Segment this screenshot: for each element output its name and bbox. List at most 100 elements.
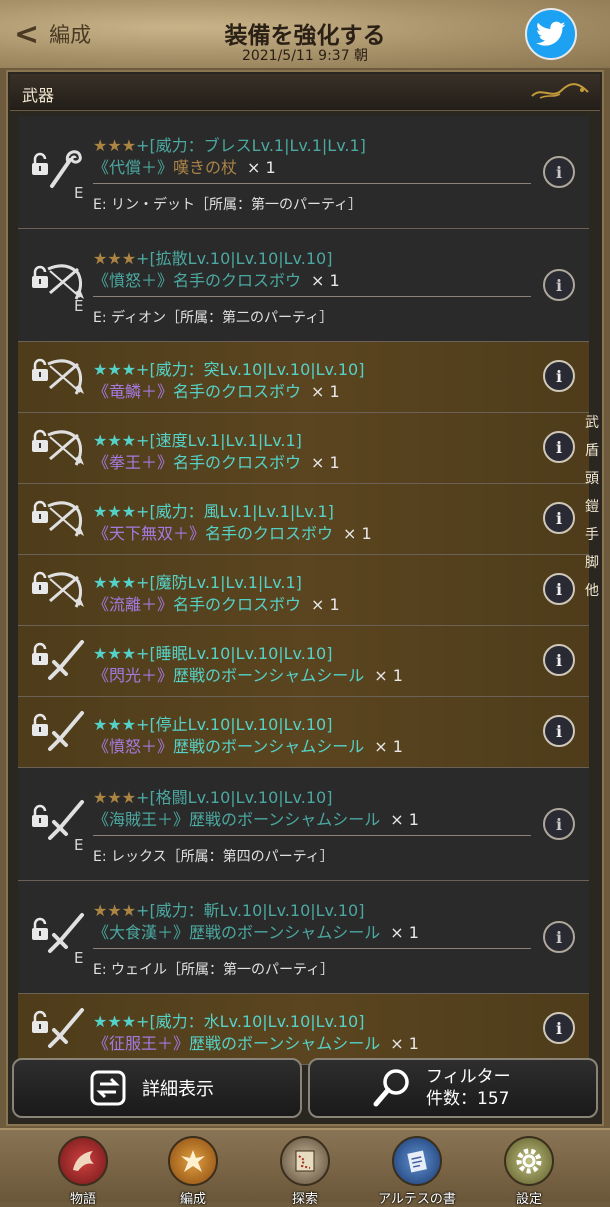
info-icon[interactable]: i [543,269,575,301]
filter-button[interactable]: フィルター 件数：157 [308,1058,598,1118]
info-icon[interactable]: i [543,808,575,840]
weapon-attributes: ★★★+[停止Lv.10|Lv.10|Lv.10] [93,711,332,735]
rarity-stars: ★★★ [93,136,137,155]
nav-party-label: 編成 [179,1192,206,1207]
weapon-attributes: ★★★+[拡散Lv.10|Lv.10|Lv.10] [93,245,332,269]
category-tab[interactable]: 鎧 [585,496,599,516]
weapon-name-line: 《大食漢＋》歴戦のボーンシャムシール × 1 [93,919,419,943]
weapon-row[interactable]: ★★★+[速度Lv.1|Lv.1|Lv.1] 《拳王＋》名手のクロスボウ × 1 i [18,413,589,484]
weapon-attributes: ★★★+[速度Lv.1|Lv.1|Lv.1] [93,427,302,451]
info-icon[interactable]: i [543,1012,575,1044]
weapon-row[interactable]: ★★★+[威力：突Lv.10|Lv.10|Lv.10] 《竜鱗＋》名手のクロスボウ… [18,342,589,413]
nav-story-label: 物語 [69,1192,96,1207]
rarity-stars: ★★★ [93,901,137,920]
rarity-stars: ★★★ [93,249,137,268]
row-divider [93,296,531,297]
weapon-name-line: 《閃光＋》歴戦のボーンシャムシール × 1 [93,662,403,686]
category-tab[interactable]: 頭 [585,468,599,488]
weapon-row[interactable]: ★★★+[睡眠Lv.10|Lv.10|Lv.10] 《閃光＋》歴戦のボーンシャムシ… [18,626,589,697]
weapon-name: 名手のクロスボウ [173,595,302,614]
info-icon[interactable]: i [543,573,575,605]
weapon-row[interactable]: E ★★★+[拡散Lv.10|Lv.10|Lv.10] 《憤怒＋》名手のクロスボウ ×… [18,229,589,342]
weapon-row[interactable]: E ★★★+[格闘Lv.10|Lv.10|Lv.10] 《海賊王＋》歴戦のボーンシャ… [18,768,589,881]
rarity-stars: ★★★ [93,788,137,807]
nav-artes-book-label: アルテスの書 [378,1192,456,1207]
enhancement-tag: 《流離＋》 [93,595,174,614]
nav-explore-label: 探索 [291,1192,318,1207]
crossbow-icon [44,496,88,540]
equipped-owner: E: ディオン［所属：第二のパーティ］ [93,310,334,326]
weapon-name-line: 《竜鱗＋》名手のクロスボウ × 1 [93,378,340,402]
info-icon[interactable]: i [543,156,575,188]
nav-settings[interactable]: 設定 [484,1136,574,1207]
row-divider [93,183,531,184]
info-icon[interactable]: i [543,502,575,534]
enhancement-tag: 《天下無双＋》 [93,524,206,543]
weapon-row[interactable]: E ★★★+[威力：斬Lv.10|Lv.10|Lv.10] 《大食漢＋》歴戦のボーン… [18,881,589,994]
enhancement-tag: 《征服王＋》 [93,1034,190,1053]
equipped-owner: E: レックス［所属：第四のパーティ］ [93,849,334,865]
attribute-text: +[威力：水Lv.10|Lv.10|Lv.10] [136,1012,365,1031]
weapon-name-line: 《征服王＋》歴戦のボーンシャムシール × 1 [93,1030,419,1054]
weapon-attributes: ★★★+[威力：突Lv.10|Lv.10|Lv.10] [93,356,364,380]
sword-icon [44,709,88,753]
equipped-owner: E: リン・デット［所属：第一のパーティ］ [93,197,363,213]
filter-label: フィルター [426,1067,511,1087]
item-count: × 1 [390,1034,419,1053]
weapon-name: 名手のクロスボウ [173,271,302,290]
rarity-stars: ★★★ [93,573,137,592]
sword-icon [44,1006,88,1050]
info-icon[interactable]: i [543,431,575,463]
sword-icon [44,638,88,682]
equipped-owner: E: ウェイル［所属：第一のパーティ］ [93,962,335,978]
category-tab[interactable]: 他 [585,580,599,600]
info-icon[interactable]: i [543,360,575,392]
crossbow-icon [44,354,88,398]
info-icon[interactable]: i [543,715,575,747]
nav-artes-book[interactable]: アルテスの書 [372,1136,462,1207]
weapon-name-line: 《海賊王＋》歴戦のボーンシャムシール × 1 [93,806,419,830]
info-icon[interactable]: i [543,644,575,676]
nav-explore[interactable]: 探索 [260,1136,350,1207]
weapon-attributes: ★★★+[威力：斬Lv.10|Lv.10|Lv.10] [93,897,364,921]
weapon-name: 歴戦のボーンシャムシール [189,1034,381,1053]
enhancement-tag: 《代償＋》 [93,158,174,177]
weapon-row[interactable]: ★★★+[停止Lv.10|Lv.10|Lv.10] 《憤怒＋》歴戦のボーンシャムシ… [18,697,589,768]
weapon-row[interactable]: ★★★+[威力：水Lv.10|Lv.10|Lv.10] 《征服王＋》歴戦のボーンシ… [18,994,589,1065]
category-tab[interactable]: 盾 [585,440,599,460]
category-tab[interactable]: 脚 [585,552,599,572]
category-tab[interactable]: 手 [585,524,599,544]
nav-party[interactable]: 編成 [148,1136,238,1207]
twitter-share-button[interactable] [525,8,577,60]
enhancement-tag: 《拳王＋》 [93,453,174,472]
row-divider [93,948,531,949]
category-tab[interactable]: 武 [585,412,599,432]
map-icon [280,1136,330,1186]
weapon-attributes: ★★★+[睡眠Lv.10|Lv.10|Lv.10] [93,640,332,664]
weapon-row[interactable]: ★★★+[威力：風Lv.1|Lv.1|Lv.1] 《天下無双＋》名手のクロスボウ ×… [18,484,589,555]
item-count: × 1 [390,923,419,942]
detail-view-button[interactable]: 詳細表示 [12,1058,302,1118]
item-count: × 1 [247,158,276,177]
rarity-stars: ★★★ [93,644,137,663]
weapon-row[interactable]: ★★★+[魔防Lv.1|Lv.1|Lv.1] 《流離＋》名手のクロスボウ × 1 i [18,555,589,626]
gear-icon [504,1136,554,1186]
weapon-name-line: 《流離＋》名手のクロスボウ × 1 [93,591,340,615]
item-count: × 1 [374,737,403,756]
nav-story[interactable]: 物語 [38,1136,128,1207]
weapon-name-line: 《憤怒＋》名手のクロスボウ × 1 [93,267,340,291]
rarity-stars: ★★★ [93,715,137,734]
weapon-list: E ★★★+[威力：ブレスLv.1|Lv.1|Lv.1] 《代償＋》嘆きの杖 × 1E… [18,116,589,1065]
weapon-attributes: ★★★+[威力：ブレスLv.1|Lv.1|Lv.1] [93,132,366,156]
attribute-text: +[速度Lv.1|Lv.1|Lv.1] [136,431,302,450]
nav-settings-label: 設定 [515,1192,542,1207]
attribute-text: +[拡散Lv.10|Lv.10|Lv.10] [136,249,333,268]
rarity-stars: ★★★ [93,502,137,521]
attribute-text: +[威力：突Lv.10|Lv.10|Lv.10] [136,360,365,379]
game-datetime: 2021/5/11 9:37 朝 [241,48,369,64]
weapon-name-line: 《天下無双＋》名手のクロスボウ × 1 [93,520,372,544]
weapon-row[interactable]: E ★★★+[威力：ブレスLv.1|Lv.1|Lv.1] 《代償＋》嘆きの杖 × 1 E… [18,116,589,229]
enhancement-tag: 《大食漢＋》 [93,923,190,942]
info-icon[interactable]: i [543,921,575,953]
weapon-name: 歴戦のボーンシャムシール [189,810,381,829]
